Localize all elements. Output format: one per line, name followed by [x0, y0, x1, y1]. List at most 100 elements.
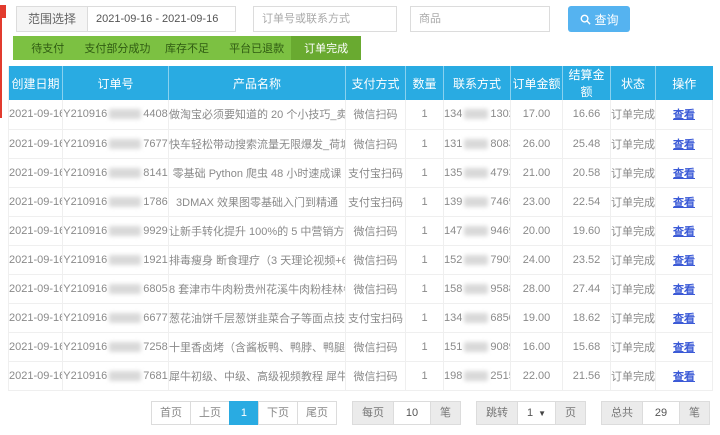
total-group: 总共 29 笔 — [601, 401, 710, 425]
cell-order-no: Y2109168141 — [63, 158, 169, 187]
cell-action: 查看 — [656, 245, 713, 274]
cell-order-amount: 16.00 — [511, 332, 563, 361]
blurred-order-digits — [109, 168, 141, 178]
cell-status: 订单完成 — [611, 100, 656, 129]
table-row: 2021-09-16 Y2109161786 3DMAX 效果图零基础入门到精通… — [9, 187, 713, 216]
cell-order-no: Y2109166805 — [63, 274, 169, 303]
order-prefix: Y210916 — [63, 138, 107, 150]
total-count: 29 — [642, 401, 680, 425]
cell-qty: 1 — [406, 100, 444, 129]
view-link[interactable]: 查看 — [673, 342, 695, 354]
cell-action: 查看 — [656, 303, 713, 332]
cell-qty: 1 — [406, 216, 444, 245]
table-row: 2021-09-16 Y2109164408 做淘宝必须要知道的 20 个小技巧… — [9, 100, 713, 129]
cell-settle-amount: 18.62 — [563, 303, 611, 332]
cell-contact: 1397469 — [444, 187, 511, 216]
order-suffix: 4408 — [143, 108, 167, 120]
phone-suffix: 9588 — [490, 283, 510, 295]
table-row: 2021-09-16 Y2109168141 零基础 Python 爬虫 48 … — [9, 158, 713, 187]
view-link[interactable]: 查看 — [673, 284, 695, 296]
per-page-unit: 笔 — [430, 401, 461, 425]
phone-prefix: 198 — [444, 370, 462, 382]
view-link[interactable]: 查看 — [673, 197, 695, 209]
header-order-amount: 订单金额 — [511, 66, 563, 100]
jump-page-select[interactable]: 1▼ — [517, 401, 556, 425]
view-link[interactable]: 查看 — [673, 139, 695, 151]
blurred-order-digits — [109, 226, 141, 236]
cell-contact: 1346850 — [444, 303, 511, 332]
view-link[interactable]: 查看 — [673, 371, 695, 383]
order-suffix: 9929 — [143, 225, 167, 237]
header-settle-amount: 结算金额 — [563, 66, 611, 100]
blurred-phone-digits — [464, 313, 488, 323]
cell-qty: 1 — [406, 303, 444, 332]
order-prefix: Y210916 — [63, 196, 107, 208]
tab-order-complete[interactable]: 订单完成 — [291, 36, 361, 60]
cell-status: 订单完成 — [611, 245, 656, 274]
order-search-input[interactable] — [253, 6, 397, 32]
cell-order-amount: 23.00 — [511, 187, 563, 216]
table-row: 2021-09-16 Y2109167258 十里香卤烤（含酱板鸭、鸭脖、鸭腿）… — [9, 332, 713, 361]
per-page-input[interactable]: 10 — [393, 401, 431, 425]
phone-prefix: 135 — [444, 167, 462, 179]
jump-group: 跳转 1▼ 页 — [476, 401, 586, 425]
order-prefix: Y210916 — [63, 108, 107, 120]
cell-order-amount: 28.00 — [511, 274, 563, 303]
phone-suffix: 8083 — [490, 138, 510, 150]
cell-product: 零基础 Python 爬虫 48 小时速成课 — [169, 158, 346, 187]
cell-qty: 1 — [406, 332, 444, 361]
per-page-group: 每页 10 笔 — [352, 401, 461, 425]
cell-settle-amount: 27.44 — [563, 274, 611, 303]
order-prefix: Y210916 — [63, 312, 107, 324]
view-link[interactable]: 查看 — [673, 109, 695, 121]
order-suffix: 7677 — [143, 138, 167, 150]
cell-payment: 支付宝扫码 — [346, 303, 406, 332]
cell-date: 2021-09-16 — [9, 100, 63, 129]
prev-page-button[interactable]: 上页 — [190, 401, 230, 425]
cell-settle-amount: 25.48 — [563, 129, 611, 158]
cell-contact: 1479469 — [444, 216, 511, 245]
phone-suffix: 6850 — [490, 312, 510, 324]
cell-contact: 1318083 — [444, 129, 511, 158]
tab-refunded[interactable]: 平台已退款 — [222, 36, 292, 60]
product-search-input[interactable] — [410, 6, 550, 32]
cell-date: 2021-09-16 — [9, 303, 63, 332]
cell-order-no: Y2109161921 — [63, 245, 169, 274]
next-page-button[interactable]: 下页 — [258, 401, 298, 425]
view-link[interactable]: 查看 — [673, 313, 695, 325]
cell-payment: 微信扫码 — [346, 100, 406, 129]
last-page-button[interactable]: 尾页 — [297, 401, 337, 425]
order-suffix: 1786 — [143, 196, 167, 208]
search-button[interactable]: 查询 — [568, 6, 630, 32]
current-page-button[interactable]: 1 — [229, 401, 259, 425]
cell-payment: 支付宝扫码 — [346, 158, 406, 187]
blurred-phone-digits — [464, 168, 488, 178]
cell-date: 2021-09-16 — [9, 361, 63, 390]
table-row: 2021-09-16 Y2109166805 8 套津市牛肉粉贵州花溪牛肉粉桂林… — [9, 274, 713, 303]
view-link[interactable]: 查看 — [673, 226, 695, 238]
blurred-order-digits — [109, 284, 141, 294]
tab-out-of-stock[interactable]: 库存不足 — [152, 36, 222, 60]
cell-payment: 支付宝扫码 — [346, 187, 406, 216]
view-link[interactable]: 查看 — [673, 255, 695, 267]
date-range-label: 范围选择 — [16, 6, 88, 32]
cell-order-amount: 21.00 — [511, 158, 563, 187]
first-page-button[interactable]: 首页 — [151, 401, 191, 425]
cell-contact: 151 9089 — [444, 332, 511, 361]
orders-table: 创建日期 订单号 产品名称 支付方式 数量 联系方式 订单金额 结算金额 状态 … — [8, 66, 713, 391]
cell-payment: 微信扫码 — [346, 332, 406, 361]
order-prefix: Y210916 — [63, 283, 107, 295]
cell-payment: 微信扫码 — [346, 361, 406, 390]
cell-date: 2021-09-16 — [9, 274, 63, 303]
cell-order-amount: 26.00 — [511, 129, 563, 158]
date-range-input[interactable] — [88, 6, 236, 32]
phone-prefix: 151 — [444, 341, 462, 353]
view-link[interactable]: 查看 — [673, 168, 695, 180]
cell-action: 查看 — [656, 129, 713, 158]
cell-settle-amount: 16.66 — [563, 100, 611, 129]
phone-suffix: 9089 — [490, 341, 510, 353]
tab-partial-payment[interactable]: 支付部分成功 — [83, 36, 153, 60]
table-row: 2021-09-16 Y2109167677 快车轻松带动搜索流量无限爆发_荷塘… — [9, 129, 713, 158]
tab-pending-payment[interactable]: 待支付 — [13, 36, 83, 60]
cell-date: 2021-09-16 — [9, 245, 63, 274]
